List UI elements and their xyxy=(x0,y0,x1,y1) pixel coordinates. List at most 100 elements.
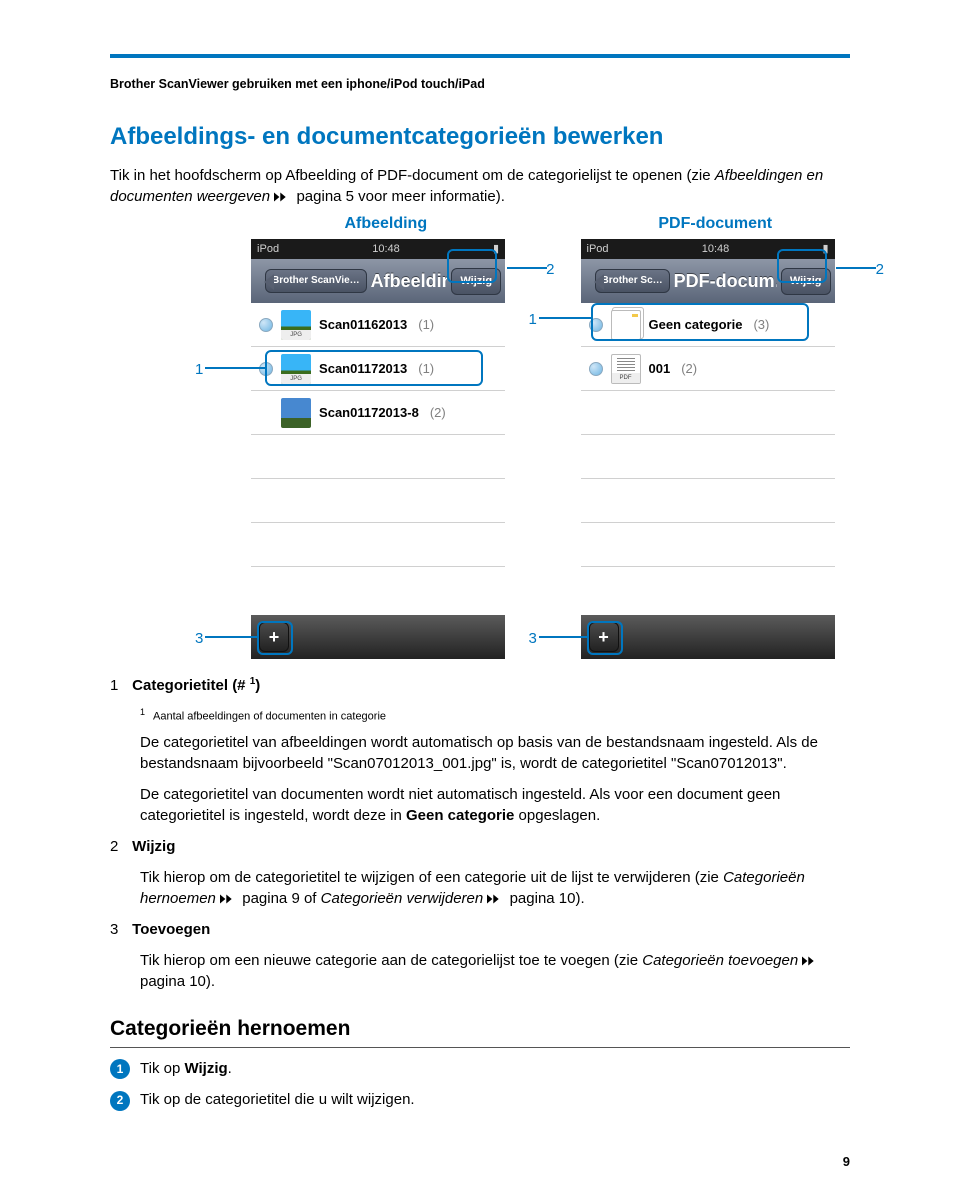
footnote-text: Aantal afbeeldingen of documenten in cat… xyxy=(153,711,386,723)
status-time: 10:48 xyxy=(372,242,400,257)
row-count: (3) xyxy=(753,316,769,334)
row-count: (2) xyxy=(430,404,446,422)
legend-index: 2 xyxy=(110,836,128,857)
callout-line-2 xyxy=(836,267,876,269)
list-item-empty xyxy=(251,567,505,611)
battery-icon: ▮ xyxy=(493,242,499,257)
intro-text: Tik in het hoofdscherm op Afbeelding of … xyxy=(110,167,715,184)
figure-left: 1 2 3 Afbeelding iPod 10:48 ▮ Brother Sc… xyxy=(251,213,520,659)
legend-label: Toevoegen xyxy=(132,921,210,938)
row-title: 001 xyxy=(649,360,671,378)
row-count: (2) xyxy=(681,360,697,378)
figures-row: 1 2 3 Afbeelding iPod 10:48 ▮ Brother Sc… xyxy=(154,213,850,659)
step-number-icon: 1 xyxy=(110,1059,130,1079)
step-text: Tik op Wijzig. xyxy=(140,1058,232,1079)
callout-2-label: 2 xyxy=(546,259,554,280)
list-item-empty xyxy=(581,479,835,523)
edit-button[interactable]: Wijzig xyxy=(451,268,501,295)
row-title: Geen categorie xyxy=(649,316,743,334)
callout-3-label: 3 xyxy=(195,628,203,649)
step-text: Tik op de categorietitel die u wilt wijz… xyxy=(140,1089,415,1110)
callout-line-3 xyxy=(539,636,587,638)
phone-screenshot-right: iPod 10:48 ▮ Brother Sc… PDF-docum… Wijz… xyxy=(581,239,835,659)
row-count: (1) xyxy=(418,316,434,334)
list-item[interactable]: Scan01172013-8(2) xyxy=(251,391,505,435)
step-2: 2 Tik op de categorietitel die u wilt wi… xyxy=(110,1089,850,1110)
legend-label: Wijzig xyxy=(132,838,175,855)
list-item-empty xyxy=(581,567,835,611)
list-item-empty xyxy=(581,391,835,435)
category-list: Scan01162013 (1) Scan01172013 (1) Scan0117… xyxy=(251,303,505,611)
selection-dot-icon xyxy=(589,362,603,376)
list-item-empty xyxy=(251,523,505,567)
list-item-empty xyxy=(251,435,505,479)
battery-icon: ▮ xyxy=(822,242,828,257)
list-item-empty xyxy=(581,435,835,479)
callout-line-2 xyxy=(507,267,547,269)
step-number-icon: 2 xyxy=(110,1091,130,1111)
list-item[interactable]: Scan01162013 (1) xyxy=(251,303,505,347)
figure-left-label: Afbeelding xyxy=(251,213,520,235)
list-item[interactable]: Scan01172013 (1) xyxy=(251,347,505,391)
back-button[interactable]: Brother Sc… xyxy=(595,269,670,293)
row-title: Scan01172013 xyxy=(319,360,407,378)
selection-dot-icon xyxy=(259,318,273,332)
status-time: 10:48 xyxy=(702,242,730,257)
intro-text-end: pagina 5 voor meer informatie). xyxy=(296,188,504,205)
legend-index: 1 xyxy=(110,675,128,696)
phone-screenshot-left: iPod 10:48 ▮ Brother ScanVie… Afbeelding… xyxy=(251,239,505,659)
legend-item-2: 2 Wijzig xyxy=(110,836,850,857)
thumbnail-pdf-icon xyxy=(611,354,641,384)
toolbar: + xyxy=(581,615,835,659)
callout-3-label: 3 xyxy=(529,628,537,649)
status-bar: iPod 10:48 ▮ xyxy=(251,239,505,259)
legend-label: Categorietitel (# 1) xyxy=(132,677,260,694)
list-item[interactable]: 001 (2) xyxy=(581,347,835,391)
status-bar: iPod 10:48 ▮ xyxy=(581,239,835,259)
footnote-index: 1 xyxy=(140,707,145,717)
page-ref-icon xyxy=(802,956,820,966)
page-ref-icon xyxy=(220,894,238,904)
figure-right: 1 2 3 PDF-document iPod 10:48 ▮ Brother … xyxy=(581,213,850,659)
page-ref-icon xyxy=(274,192,292,202)
page-title: Afbeeldings- en documentcategorieën bewe… xyxy=(110,120,850,154)
legend-index: 3 xyxy=(110,919,128,940)
intro-paragraph: Tik in het hoofdscherm op Afbeelding of … xyxy=(110,165,850,207)
callout-2-label: 2 xyxy=(876,259,884,280)
footnote: 1 Aantal afbeeldingen of documenten in ca… xyxy=(140,706,850,725)
callout-1-label: 1 xyxy=(529,309,537,330)
add-button[interactable]: + xyxy=(259,622,289,652)
list-item[interactable]: Geen categorie (3) xyxy=(581,303,835,347)
category-list: Geen categorie (3) 001 (2) xyxy=(581,303,835,611)
legend-para: Tik hierop om de categorietitel te wijzi… xyxy=(140,867,850,909)
edit-button[interactable]: Wijzig xyxy=(781,268,831,295)
thumbnail-jpg-icon xyxy=(281,354,311,384)
row-count: (1) xyxy=(418,360,434,378)
add-button[interactable]: + xyxy=(589,622,619,652)
nav-bar: Brother ScanVie… Afbeelding Wijzig xyxy=(251,259,505,303)
back-button[interactable]: Brother ScanVie… xyxy=(265,269,367,293)
page-ref-icon xyxy=(487,894,505,904)
status-carrier: iPod xyxy=(587,242,609,257)
step-1: 1 Tik op Wijzig. xyxy=(110,1058,850,1079)
callout-line-3 xyxy=(205,636,257,638)
nav-title: Afbeelding xyxy=(371,269,448,294)
section-title: Categorieën hernoemen xyxy=(110,1014,850,1048)
toolbar: + xyxy=(251,615,505,659)
figure-right-label: PDF-document xyxy=(581,213,850,235)
list-item-empty xyxy=(581,523,835,567)
page-number: 9 xyxy=(843,1153,850,1171)
status-carrier: iPod xyxy=(257,242,279,257)
nav-bar: Brother Sc… PDF-docum… Wijzig xyxy=(581,259,835,303)
legend-para: De categorietitel van documenten wordt n… xyxy=(140,784,850,826)
breadcrumb: Brother ScanViewer gebruiken met een iph… xyxy=(110,76,850,94)
list-item-empty xyxy=(251,479,505,523)
callout-1-label: 1 xyxy=(195,359,203,380)
selection-dot-icon xyxy=(589,318,603,332)
thumbnail-image-icon xyxy=(281,398,311,428)
selection-dot-icon xyxy=(259,362,273,376)
thumbnail-folder-icon xyxy=(611,310,641,340)
legend-item-1: 1 Categorietitel (# 1) xyxy=(110,675,850,696)
legend: 1 Categorietitel (# 1) 1 Aantal afbeeldin… xyxy=(110,675,850,991)
row-title: Scan01162013 xyxy=(319,316,407,334)
